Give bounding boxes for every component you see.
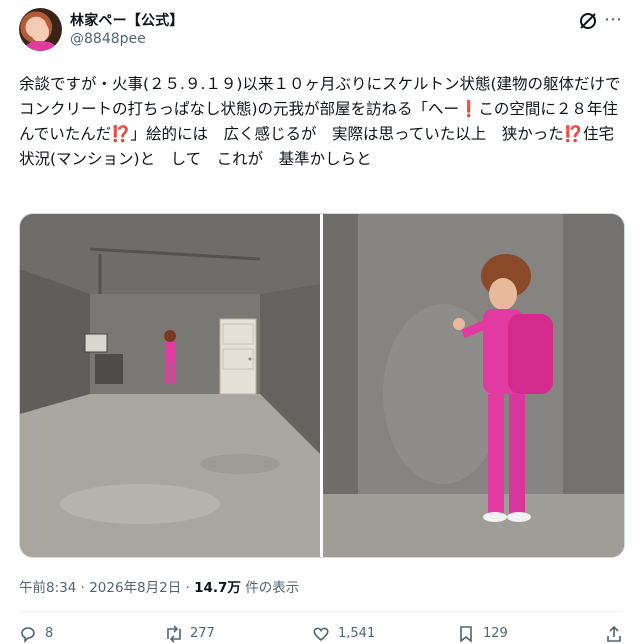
tweet-text: 余談ですが・火事(２５.９.１９)以来１０ヶ月ぶりにスケルトン状態(建物の躯体だ… bbox=[19, 75, 621, 168]
retweet-icon bbox=[167, 625, 181, 643]
bookmark-icon bbox=[460, 626, 472, 643]
avatar-face bbox=[31, 22, 49, 42]
divider bbox=[19, 611, 623, 612]
photo-woman-at-wall[interactable] bbox=[323, 214, 624, 557]
reply-icon bbox=[21, 627, 35, 643]
author-display-name[interactable]: 林家ペー【公式】 bbox=[70, 10, 184, 30]
tweet-media bbox=[19, 213, 625, 558]
tweet-timestamp-row: 午前8:34 · 2026年8月2日 · 14.7万 件の表示 bbox=[19, 576, 299, 596]
heart-icon bbox=[313, 627, 329, 642]
grok-icon[interactable] bbox=[577, 10, 599, 32]
woman-at-wall-illustration bbox=[323, 214, 624, 557]
view-count-suffix: 件の表示 bbox=[240, 580, 300, 596]
more-options-icon[interactable]: ⋯ bbox=[603, 11, 623, 32]
like-count: 1,541 bbox=[338, 626, 376, 641]
tweet-actions: 8 277 1,541 129 bbox=[19, 624, 623, 644]
avatar[interactable] bbox=[19, 8, 62, 51]
timestamp[interactable]: 午前8:34 · 2026年8月2日 · bbox=[19, 580, 194, 596]
retweet-count: 277 bbox=[190, 626, 215, 641]
reply-count: 8 bbox=[45, 626, 54, 641]
author-handle[interactable]: @8848pee bbox=[70, 31, 146, 47]
avatar-shirt bbox=[25, 41, 56, 51]
tweet-header: 林家ペー【公式】 @8848pee ⋯ bbox=[0, 0, 640, 62]
bookmark-count: 129 bbox=[483, 626, 508, 641]
share-icon bbox=[607, 625, 621, 642]
photo-empty-room[interactable] bbox=[20, 214, 320, 557]
empty-room-illustration bbox=[20, 214, 320, 557]
view-count: 14.7万 bbox=[194, 580, 241, 596]
